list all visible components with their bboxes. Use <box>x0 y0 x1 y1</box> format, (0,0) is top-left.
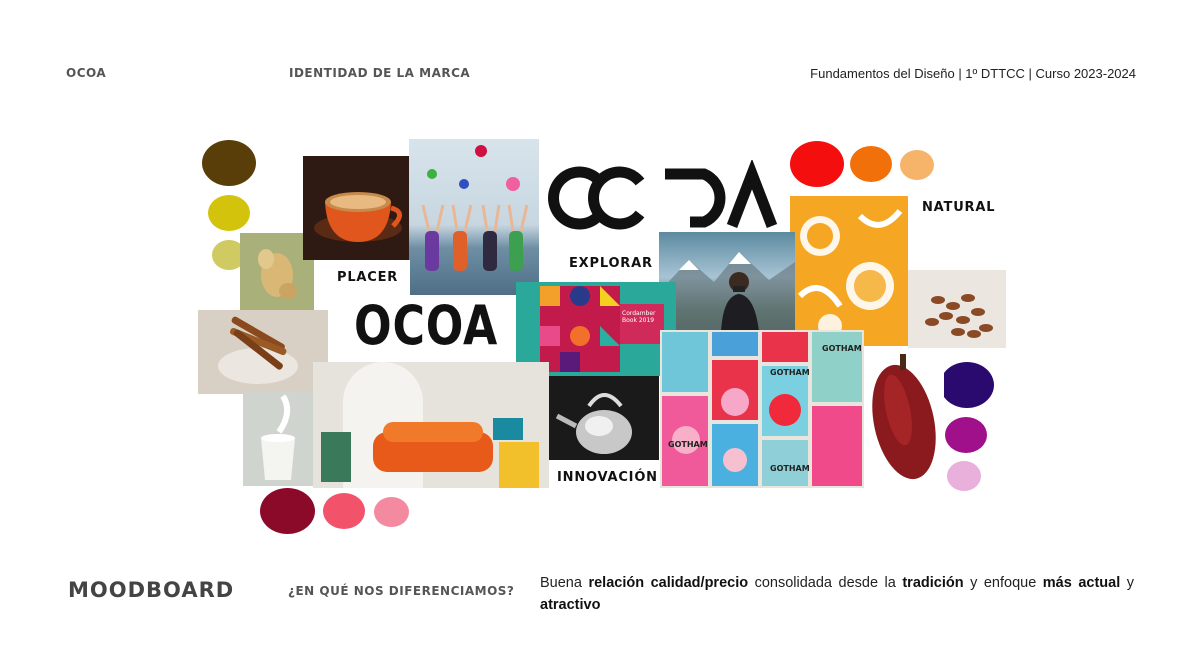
hiker-image <box>659 232 795 332</box>
text-part-8: atractivo <box>540 597 601 613</box>
label-explorar: EXPLORAR <box>565 254 657 273</box>
chocolate-packs-image: GOTHAM GOTHAM GOTHAM GOTHAM <box>660 330 864 488</box>
swatch-pink <box>323 493 365 529</box>
section-title: IDENTIDAD DE LA MARCA <box>289 66 471 80</box>
pack-brand-4: GOTHAM <box>770 464 810 473</box>
moodboard-title: MOODBOARD <box>68 578 235 602</box>
label-innovacion: INNOVACIÓN <box>553 468 662 487</box>
text-part-3: consolidada desde la <box>748 575 903 591</box>
calendar-title: Cordamber Book 2019 <box>622 310 656 324</box>
pack-brand-3: GOTHAM <box>668 440 708 449</box>
swatch-light-orange <box>900 150 934 180</box>
tea-cup-image <box>303 156 409 260</box>
cinnamon-image <box>198 310 328 394</box>
swatch-purple <box>940 362 994 408</box>
cacao-pod-image <box>864 350 944 488</box>
swatch-red <box>790 141 844 187</box>
text-part-7: y <box>1120 575 1134 591</box>
differentiation-text: Buena relación calidad/precio consolidad… <box>540 572 1134 616</box>
text-part-2: relación calidad/precio <box>588 575 749 591</box>
swatch-magenta <box>945 417 987 453</box>
swatch-dark-red <box>260 488 315 534</box>
swatch-orange <box>850 146 892 182</box>
pack-brand-2: GOTHAM <box>822 344 862 353</box>
course-info: Fundamentos del Diseño | 1º DTTCC | Curs… <box>810 66 1136 81</box>
label-placer: PLACER <box>333 268 403 287</box>
text-part-1: Buena <box>540 575 589 591</box>
swatch-brown <box>202 140 256 186</box>
brand-name: OCOA <box>66 66 107 80</box>
milk-image <box>243 392 313 486</box>
differentiation-question: ¿EN QUÉ NOS DIFERENCIAMOS? <box>288 584 515 598</box>
pack-brand-1: GOTHAM <box>770 368 810 377</box>
text-part-6: más actual <box>1042 575 1121 591</box>
swatch-yellow <box>208 195 250 231</box>
label-natural: NATURAL <box>918 198 1000 217</box>
kettle-image <box>549 376 659 460</box>
text-part-4: tradición <box>902 575 964 591</box>
living-room-image <box>313 362 549 488</box>
ocoa-wordmark-mid: OCOA <box>354 294 499 357</box>
ocoa-logo-large <box>540 160 790 234</box>
text-part-5: y enfoque <box>963 575 1043 591</box>
swatch-light-pink <box>374 497 409 527</box>
cocoa-beans-image <box>908 270 1006 348</box>
orange-pattern-image <box>790 196 908 346</box>
swatch-lavender <box>947 461 981 491</box>
swimmers-image <box>409 139 539 295</box>
